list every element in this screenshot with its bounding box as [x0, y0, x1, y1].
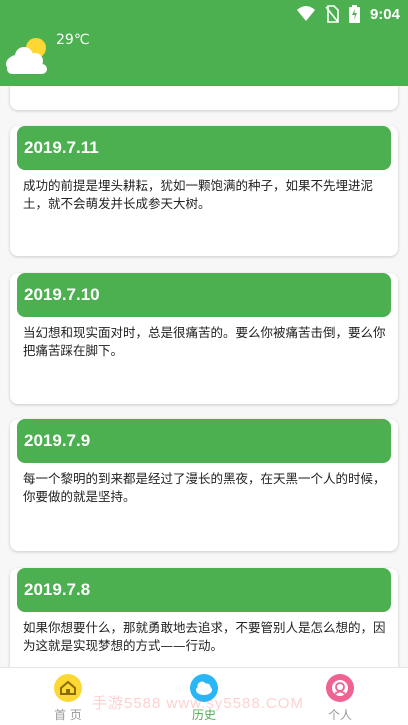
card-text: 每一个黎明的到来都是经过了漫长的黑夜，在天黑一个人的时候，你要做的就是坚持。 [23, 471, 386, 504]
card-date: 2019.7.8 [17, 568, 391, 612]
card-text: 当幻想和现实面对时，总是很痛苦的。要么你被痛苦击倒，要么你把痛苦踩在脚下。 [23, 325, 386, 358]
card-text: 如果你想要什么，那就勇敢地去追求，不要管别人是怎么想的，因为这就是实现梦想的方式… [23, 620, 386, 653]
list-item[interactable]: 2019.7.8 如果你想要什么，那就勇敢地去追求，不要管别人是怎么想的，因为这… [10, 568, 398, 667]
temperature-label: 29℃ [56, 32, 90, 48]
bottom-navigation: 首 页 历史 个人 [0, 667, 408, 725]
card-date: 2019.7.11 [17, 126, 391, 170]
home-icon [54, 674, 82, 702]
list-item[interactable]: 2019.7.10 当幻想和现实面对时，总是很痛苦的。要么你被痛苦击倒，要么你把… [10, 273, 398, 404]
nav-profile[interactable]: 个人 [310, 674, 370, 723]
history-list[interactable]: 2019.7.11 成功的前提是埋头耕耘，犹如一颗饱满的种子，如果不先埋进泥土，… [0, 86, 408, 667]
card-text: 成功的前提是埋头耕耘，犹如一颗饱满的种子，如果不先埋进泥土，就不会萌发并长成参天… [23, 178, 374, 211]
no-sim-icon [325, 5, 339, 23]
status-bar: 9:04 [0, 0, 408, 30]
wifi-icon [296, 6, 315, 21]
cloud-icon [190, 674, 218, 702]
list-item[interactable]: 2019.7.11 成功的前提是埋头耕耘，犹如一颗饱满的种子，如果不先埋进泥土，… [10, 126, 398, 256]
battery-charging-icon [348, 5, 360, 23]
nav-history[interactable]: 历史 [174, 674, 234, 723]
status-time: 9:04 [369, 5, 400, 23]
nav-history-label: 历史 [191, 708, 216, 722]
person-icon [326, 674, 354, 702]
card-date: 2019.7.9 [17, 419, 391, 463]
nav-home-label: 首 页 [54, 708, 82, 722]
nav-profile-label: 个人 [327, 708, 352, 722]
status-icons: 9:04 [296, 5, 400, 23]
app-header: 29℃ [0, 30, 408, 86]
sun-cloud-icon [6, 38, 47, 74]
list-item[interactable] [10, 86, 398, 110]
card-date: 2019.7.10 [17, 273, 391, 317]
nav-home[interactable]: 首 页 [38, 674, 98, 723]
list-item[interactable]: 2019.7.9 每一个黎明的到来都是经过了漫长的黑夜，在天黑一个人的时候，你要… [10, 419, 398, 551]
